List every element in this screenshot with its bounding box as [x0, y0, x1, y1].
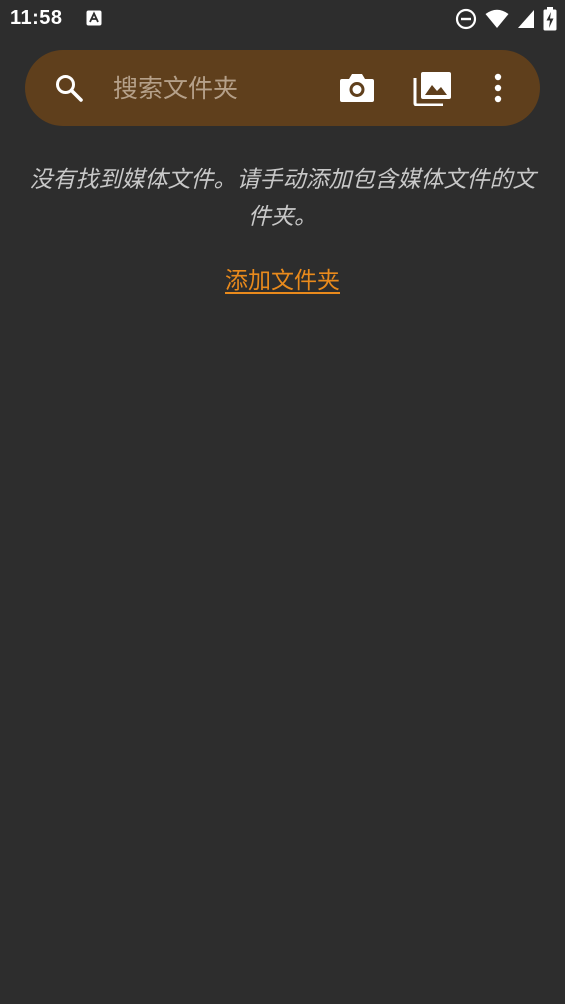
app-screen: 11:58 搜索文件夹 没有找到媒体文件。请手动添加包含媒体文件的文件夹。 添加… [0, 0, 565, 1004]
font-a-notification-icon [86, 10, 102, 26]
status-bar: 11:58 [0, 0, 565, 38]
empty-state-message: 没有找到媒体文件。请手动添加包含媒体文件的文件夹。 [29, 167, 536, 230]
do-not-disturb-icon [455, 8, 477, 30]
battery-charging-icon [543, 7, 557, 31]
search-icon[interactable] [53, 72, 85, 104]
cell-signal-icon [518, 10, 534, 28]
more-vert-icon[interactable] [487, 70, 509, 106]
add-folder-link[interactable]: 添加文件夹 [0, 261, 565, 295]
gallery-icon[interactable] [413, 70, 453, 106]
wifi-icon [485, 9, 509, 28]
search-input[interactable] [113, 68, 323, 108]
camera-icon[interactable] [338, 70, 376, 106]
search-bar [25, 50, 540, 126]
status-time: 11:58 [10, 7, 63, 29]
status-icons [455, 7, 557, 31]
